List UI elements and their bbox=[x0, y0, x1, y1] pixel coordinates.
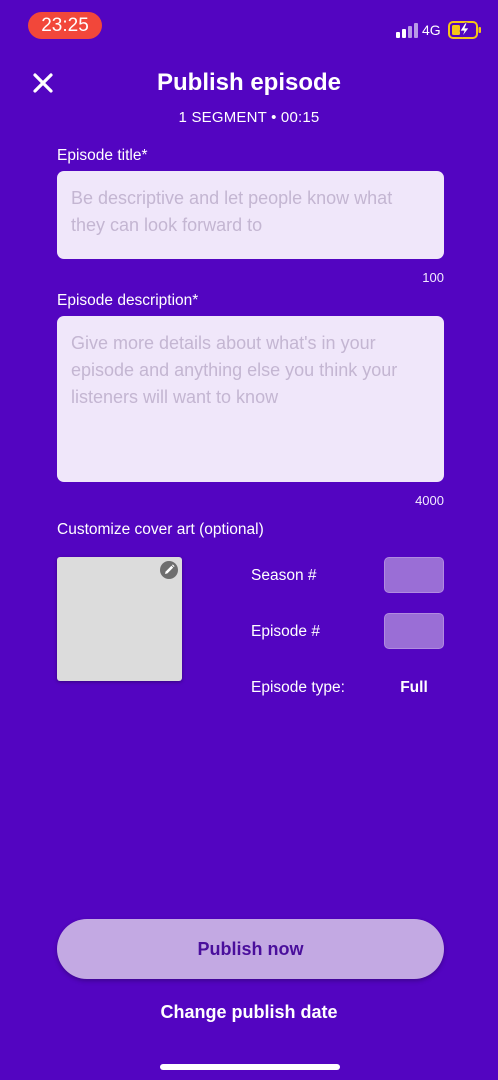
segment-info: 1 SEGMENT • 00:15 bbox=[178, 109, 320, 126]
episode-description-label: Episode description* bbox=[57, 292, 199, 309]
battery-icon bbox=[448, 21, 481, 39]
change-publish-date-link[interactable]: Change publish date bbox=[0, 1000, 498, 1024]
status-time: 23:25 bbox=[28, 12, 102, 39]
episode-title-label: Episode title* bbox=[57, 147, 148, 164]
publish-now-button[interactable]: Publish now bbox=[57, 919, 444, 979]
page-title: Publish episode bbox=[156, 69, 342, 96]
pencil-icon[interactable] bbox=[160, 561, 178, 579]
episode-type-label: Episode type: bbox=[251, 679, 345, 696]
season-input[interactable] bbox=[384, 557, 444, 593]
cover-art-label: Customize cover art (optional) bbox=[57, 521, 264, 538]
episode-description-input[interactable] bbox=[57, 316, 444, 482]
episode-type-selector[interactable]: Full bbox=[384, 678, 444, 698]
episode-description-counter: 4000 bbox=[415, 493, 444, 508]
network-label: 4G bbox=[422, 22, 441, 38]
home-indicator[interactable] bbox=[160, 1064, 340, 1070]
episode-number-input[interactable] bbox=[384, 613, 444, 649]
cover-art-picker[interactable] bbox=[57, 557, 182, 681]
season-label: Season # bbox=[251, 567, 317, 584]
episode-title-input[interactable] bbox=[57, 171, 444, 259]
episode-title-counter: 100 bbox=[422, 270, 444, 285]
signal-icon bbox=[396, 23, 418, 38]
episode-number-label: Episode # bbox=[251, 623, 320, 640]
